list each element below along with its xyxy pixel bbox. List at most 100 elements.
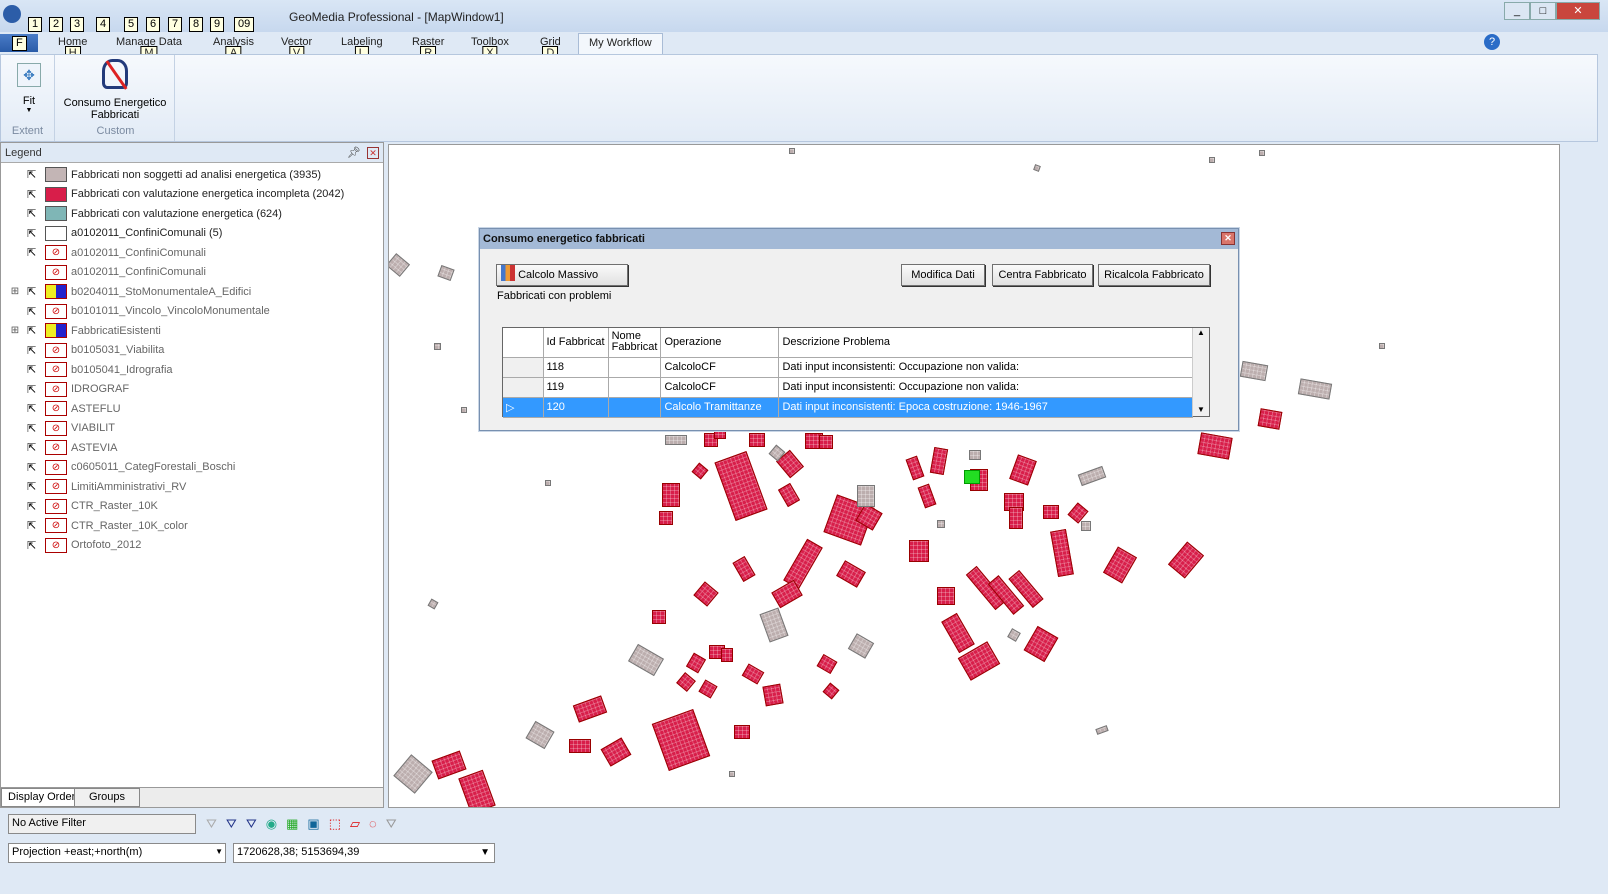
table-row[interactable]: 119 CalcoloCF Dati input inconsistenti: Oc… xyxy=(503,377,1193,398)
chevron-down-icon[interactable]: ▼ xyxy=(215,847,223,856)
building-feature[interactable] xyxy=(659,511,673,525)
building-feature[interactable] xyxy=(698,679,718,699)
building-feature[interactable] xyxy=(1259,150,1265,156)
building-feature[interactable] xyxy=(393,754,433,794)
cursor-icon[interactable]: ⇱ xyxy=(27,227,41,240)
building-feature[interactable] xyxy=(847,633,875,659)
building-feature[interactable] xyxy=(1297,378,1333,400)
dialog-close-button[interactable]: ✕ xyxy=(1221,232,1235,245)
building-feature[interactable] xyxy=(652,610,666,624)
building-feature[interactable] xyxy=(569,739,591,753)
pin-icon[interactable]: 📌︎ xyxy=(347,146,361,159)
cell-id[interactable]: 119 xyxy=(543,377,609,398)
cursor-icon[interactable]: ⇱ xyxy=(27,383,41,396)
legend-item[interactable]: ⇱ ⊘ b0105041_Idrografia xyxy=(1,360,381,379)
building-feature[interactable] xyxy=(822,682,840,700)
cursor-icon[interactable]: ⇱ xyxy=(27,168,41,181)
cell-id[interactable]: 118 xyxy=(543,357,609,378)
qat-key-tip[interactable]: 7 xyxy=(168,17,183,32)
consumo-energetico-button[interactable]: Consumo Energetico Fabbricati xyxy=(59,59,171,121)
qat-key-tip[interactable]: 1 xyxy=(28,17,43,32)
cursor-icon[interactable]: ⇱ xyxy=(27,363,41,376)
building-feature[interactable] xyxy=(662,483,680,507)
cursor-icon[interactable]: ⇱ xyxy=(27,539,41,552)
cell-descrizione[interactable]: Dati input inconsistenti: Occupazione no… xyxy=(778,377,1193,398)
building-feature[interactable] xyxy=(836,560,866,588)
building-feature[interactable] xyxy=(1077,465,1107,487)
legend-item[interactable]: ⇱ ⊘ ASTEVIA xyxy=(1,438,381,457)
cell-operazione[interactable]: Calcolo Tramittanze xyxy=(660,397,780,418)
cursor-icon[interactable]: ⇱ xyxy=(27,344,41,357)
cursor-icon[interactable]: ⇱ xyxy=(27,188,41,201)
legend-item[interactable]: ⇱ Fabbricati non soggetti ad analisi ener… xyxy=(1,165,381,184)
tab-labeling[interactable]: Labeling L xyxy=(341,36,383,61)
building-feature[interactable] xyxy=(676,672,696,692)
close-button[interactable]: ✕ xyxy=(1556,2,1600,20)
selected-building[interactable] xyxy=(964,470,980,484)
building-feature[interactable] xyxy=(734,725,750,739)
legend-item[interactable]: ⇱ ⊘ ASTEFLU xyxy=(1,399,381,418)
legend-item[interactable]: ⇱ ⊘ VIABILIT xyxy=(1,419,381,438)
building-feature[interactable] xyxy=(685,652,707,674)
qat-key-tip[interactable]: 8 xyxy=(189,17,204,32)
building-feature[interactable] xyxy=(600,737,632,767)
building-feature[interactable] xyxy=(1023,625,1059,663)
legend-item[interactable]: ⇱ ⊘ a0102011_ConfiniComunali xyxy=(1,243,381,262)
cursor-icon[interactable]: ⇱ xyxy=(27,207,41,220)
expand-icon[interactable]: ⊞ xyxy=(9,286,21,297)
row-selector[interactable] xyxy=(503,357,544,378)
building-feature[interactable] xyxy=(816,653,838,675)
cursor-icon[interactable]: ⇱ xyxy=(27,480,41,493)
building-feature[interactable] xyxy=(1167,541,1205,579)
ricalcola-fabbricato-button[interactable]: Ricalcola Fabbricato xyxy=(1098,264,1210,286)
building-feature[interactable] xyxy=(651,708,711,772)
cursor-icon[interactable]: ⇱ xyxy=(27,285,41,298)
cell-nome[interactable] xyxy=(608,357,662,378)
legend-item[interactable]: ⇱ ⊘ CTR_Raster_10K xyxy=(1,497,381,516)
legend-item[interactable]: ⇱ ⊘ IDROGRAF xyxy=(1,380,381,399)
building-feature[interactable] xyxy=(714,451,768,521)
building-feature[interactable] xyxy=(789,148,795,154)
expand-icon[interactable]: ⊞ xyxy=(9,325,21,336)
building-feature[interactable] xyxy=(819,435,833,449)
tab-display-order[interactable]: Display Order xyxy=(1,788,83,807)
tab-vector[interactable]: Vector V xyxy=(281,36,312,61)
cursor-icon[interactable]: ⇱ xyxy=(27,422,41,435)
col-nome[interactable]: Nome Fabbricat xyxy=(608,328,662,358)
building-feature[interactable] xyxy=(1043,505,1059,519)
building-feature[interactable] xyxy=(572,695,608,723)
building-feature[interactable] xyxy=(1095,725,1109,735)
cell-id[interactable]: 120 xyxy=(543,397,609,418)
building-feature[interactable] xyxy=(1081,521,1091,531)
tab-raster[interactable]: Raster R xyxy=(412,36,444,61)
building-feature[interactable] xyxy=(941,612,975,654)
qat-key-tip[interactable]: 2 xyxy=(49,17,64,32)
tab-my-workflow[interactable]: My Workflow xyxy=(578,33,663,55)
cursor-icon[interactable]: ⇱ xyxy=(27,441,41,454)
col-operazione[interactable]: Operazione xyxy=(660,328,780,358)
legend-item[interactable]: ⇱ Fabbricati con valutazione energetica (… xyxy=(1,204,381,223)
cursor-icon[interactable]: ⇱ xyxy=(27,461,41,474)
legend-item[interactable]: ⊞ ⇱ b0204011_StoMonumentaleA_Edifici xyxy=(1,282,381,301)
qat-key-tip[interactable]: 5 xyxy=(124,17,139,32)
building-feature[interactable] xyxy=(1033,164,1041,172)
cursor-icon[interactable]: ⇱ xyxy=(27,324,41,337)
cell-operazione[interactable]: CalcoloCF xyxy=(660,377,780,398)
row-selector[interactable] xyxy=(503,377,544,398)
building-feature[interactable] xyxy=(732,555,756,583)
cursor-icon[interactable]: ⇱ xyxy=(27,305,41,318)
raster-icon[interactable]: ▣ xyxy=(307,816,319,832)
qat-key-tip[interactable]: 4 xyxy=(96,17,111,32)
circle-select-icon[interactable]: ◌ xyxy=(369,816,377,832)
building-feature[interactable] xyxy=(437,264,455,282)
rectangle-select-icon[interactable]: ⬚ xyxy=(329,816,341,832)
app-logo-icon[interactable] xyxy=(3,5,21,23)
coordinates-field[interactable]: 1720628,38; 5153694,39 ▼ xyxy=(233,843,495,863)
table-row[interactable]: 118 CalcoloCF Dati input inconsistenti: Oc… xyxy=(503,357,1193,378)
building-feature[interactable] xyxy=(777,482,801,508)
table-row[interactable]: ▷ 120 Calcolo Tramittanze Dati input incons… xyxy=(503,397,1193,418)
minimize-button[interactable]: _ xyxy=(1504,2,1530,20)
qat-key-tip[interactable]: 3 xyxy=(70,17,85,32)
fit-button[interactable]: ✥ Fit ▼ xyxy=(9,59,49,119)
legend-item[interactable]: ⇱ Fabbricati con valutazione energetica i… xyxy=(1,185,381,204)
